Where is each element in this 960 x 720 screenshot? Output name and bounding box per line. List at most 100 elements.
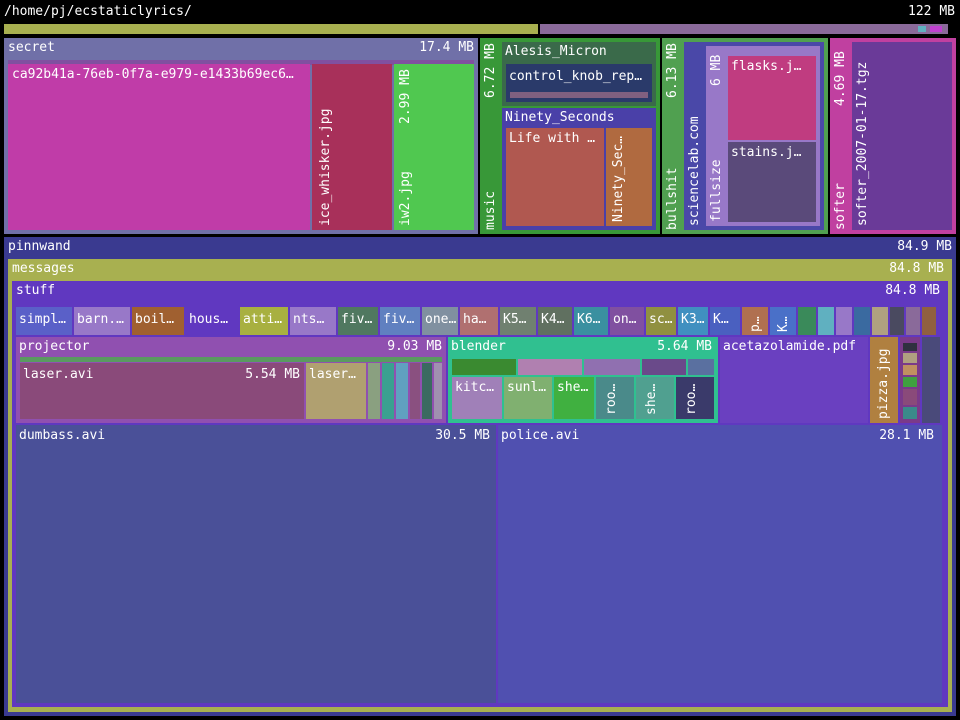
file-k5[interactable]: K5… xyxy=(500,307,536,335)
file-nts[interactable]: nts… xyxy=(290,307,336,335)
file-flasks[interactable]: flasks.j… xyxy=(728,56,816,140)
file-life-with[interactable]: Life with … xyxy=(506,128,604,226)
folder-label: bullshit xyxy=(665,167,680,230)
folder-label: softer xyxy=(833,183,848,230)
file-stack[interactable] xyxy=(900,337,920,423)
file-stains[interactable]: stains.j… xyxy=(728,142,816,222)
file-label: ice_whisker.jpg xyxy=(318,108,333,226)
file-control-knob[interactable]: control_knob_rep… xyxy=(506,64,652,102)
file-k6[interactable]: K6… xyxy=(574,307,608,335)
folder-label: stuff xyxy=(16,283,56,298)
folder-label: Alesis_Micron xyxy=(505,44,607,59)
file-label: she… xyxy=(557,380,589,395)
file-she-1[interactable]: she… xyxy=(554,377,594,419)
file-roo-1[interactable]: roo… xyxy=(596,377,634,419)
file-fiv-2[interactable]: fiv… xyxy=(380,307,420,335)
file-tile-e[interactable] xyxy=(872,307,888,335)
file-label: boil… xyxy=(135,312,175,327)
folder-label: projector xyxy=(19,339,90,354)
folder-stuff[interactable]: stuff 84.8 MB simpl… barn.… boil… hous… … xyxy=(12,281,948,707)
file-kitc[interactable]: kitc… xyxy=(452,377,502,419)
file-label: K5… xyxy=(503,312,527,327)
file-size: 2.99 MB xyxy=(398,69,413,124)
file-dumbass[interactable]: dumbass.avi 30.5 MB xyxy=(16,425,496,703)
file-k[interactable]: K… xyxy=(710,307,740,335)
folder-label: Ninety_Seconds xyxy=(505,110,615,125)
summary-bar-right xyxy=(540,24,948,34)
file-atti[interactable]: atti… xyxy=(240,307,288,335)
file-simpl[interactable]: simpl… xyxy=(16,307,72,335)
folder-fullsize[interactable]: fullsize 6 MB flasks.j… stains.j… xyxy=(706,46,820,226)
file-laser-avi[interactable]: laser.avi 5.54 MB xyxy=(20,363,304,419)
file-sunl[interactable]: sunl… xyxy=(504,377,552,419)
file-label: iw2.jpg xyxy=(398,171,413,226)
current-path: /home/pj/ecstaticlyrics/ xyxy=(4,4,192,19)
file-boil[interactable]: boil… xyxy=(132,307,184,335)
file-label: p… xyxy=(748,316,763,332)
file-label: dumbass.avi xyxy=(19,428,106,443)
folder-pinnwand[interactable]: pinnwand 84.9 MB messages 84.8 MB stuff … xyxy=(4,237,956,716)
file-laser-2[interactable]: laser… xyxy=(306,363,366,419)
file-label: softer_2007-01-17.tgz xyxy=(855,61,870,226)
file-size: 28.1 MB xyxy=(879,428,934,443)
folder-size: 84.9 MB xyxy=(897,239,952,254)
file-k3[interactable]: K3… xyxy=(678,307,708,335)
file-label: fiv… xyxy=(383,312,415,327)
file-acetazolamide[interactable]: acetazolamide.pdf xyxy=(720,337,868,423)
file-tile-h[interactable] xyxy=(922,307,936,335)
folder-size: 4.69 MB xyxy=(833,51,848,106)
folder-size: 17.4 MB xyxy=(419,40,474,55)
file-tile-d[interactable] xyxy=(854,307,870,335)
folder-bullshit[interactable]: bullshit 6.13 MB sciencelab.com fullsize… xyxy=(662,38,828,234)
file-hous[interactable]: hous… xyxy=(186,307,238,335)
folder-softer[interactable]: softer 4.69 MB softer_2007-01-17.tgz xyxy=(830,38,956,234)
folder-label: music xyxy=(483,190,498,230)
folder-size: 6.72 MB xyxy=(483,43,498,98)
file-label: pizza.jpg xyxy=(876,348,891,419)
file-tile-b[interactable] xyxy=(818,307,834,335)
file-label: laser… xyxy=(309,367,356,382)
folder-music[interactable]: music 6.72 MB Alesis_Micron control_knob… xyxy=(480,38,660,234)
file-ninety-sec[interactable]: Ninety_Sec… xyxy=(606,128,652,226)
file-hash[interactable]: ca92b41a-76eb-0f7a-e979-e1433b69ec6… xyxy=(8,64,310,230)
file-k-small[interactable]: K… xyxy=(770,307,796,335)
file-ice-whisker[interactable]: ice_whisker.jpg xyxy=(312,64,392,230)
file-ha[interactable]: ha… xyxy=(460,307,498,335)
file-tile-g[interactable] xyxy=(906,307,920,335)
file-label: flasks.j… xyxy=(731,59,802,74)
file-sc[interactable]: sc… xyxy=(646,307,676,335)
folder-size: 9.03 MB xyxy=(387,339,442,354)
file-tile-c[interactable] xyxy=(836,307,852,335)
file-p[interactable]: p… xyxy=(742,307,768,335)
file-one[interactable]: one… xyxy=(422,307,458,335)
file-label: on… xyxy=(613,312,637,327)
file-k4[interactable]: K4… xyxy=(538,307,572,335)
folder-blender[interactable]: blender 5.64 MB kitc… sunl… she… roo… sh… xyxy=(448,337,718,423)
folder-alesis-micron[interactable]: Alesis_Micron control_knob_rep… xyxy=(502,42,656,106)
folder-label: messages xyxy=(12,261,75,276)
file-fiv-1[interactable]: fiv… xyxy=(338,307,378,335)
file-barn[interactable]: barn.… xyxy=(74,307,130,335)
file-tile-i[interactable] xyxy=(922,337,940,423)
file-label: K3… xyxy=(681,312,705,327)
file-roo-2[interactable]: roo… xyxy=(676,377,714,419)
file-label: Life with … xyxy=(509,131,596,146)
file-iw2[interactable]: iw2.jpg 2.99 MB xyxy=(394,64,474,230)
folder-secret[interactable]: secret 17.4 MB ca92b41a-76eb-0f7a-e979-e… xyxy=(4,38,478,234)
file-police[interactable]: police.avi 28.1 MB xyxy=(498,425,942,703)
file-softer-tgz[interactable]: softer_2007-01-17.tgz xyxy=(852,42,952,230)
folder-projector[interactable]: projector 9.03 MB laser.avi 5.54 MB lase… xyxy=(16,337,446,423)
folder-sciencelab[interactable]: sciencelab.com fullsize 6 MB flasks.j… s… xyxy=(684,42,824,230)
folder-messages[interactable]: messages 84.8 MB stuff 84.8 MB simpl… ba… xyxy=(8,259,952,712)
folder-ninety-seconds[interactable]: Ninety_Seconds Life with … Ninety_Sec… xyxy=(502,108,656,230)
file-label: K… xyxy=(713,312,729,327)
file-label: atti… xyxy=(243,312,283,327)
file-pizza[interactable]: pizza.jpg xyxy=(870,337,898,423)
file-on[interactable]: on… xyxy=(610,307,644,335)
file-label: K4… xyxy=(541,312,565,327)
file-tile-f[interactable] xyxy=(890,307,904,335)
file-label: simpl… xyxy=(19,312,66,327)
file-label: Ninety_Sec… xyxy=(611,135,626,222)
file-tile-a[interactable] xyxy=(798,307,816,335)
file-she-2[interactable]: she… xyxy=(636,377,674,419)
